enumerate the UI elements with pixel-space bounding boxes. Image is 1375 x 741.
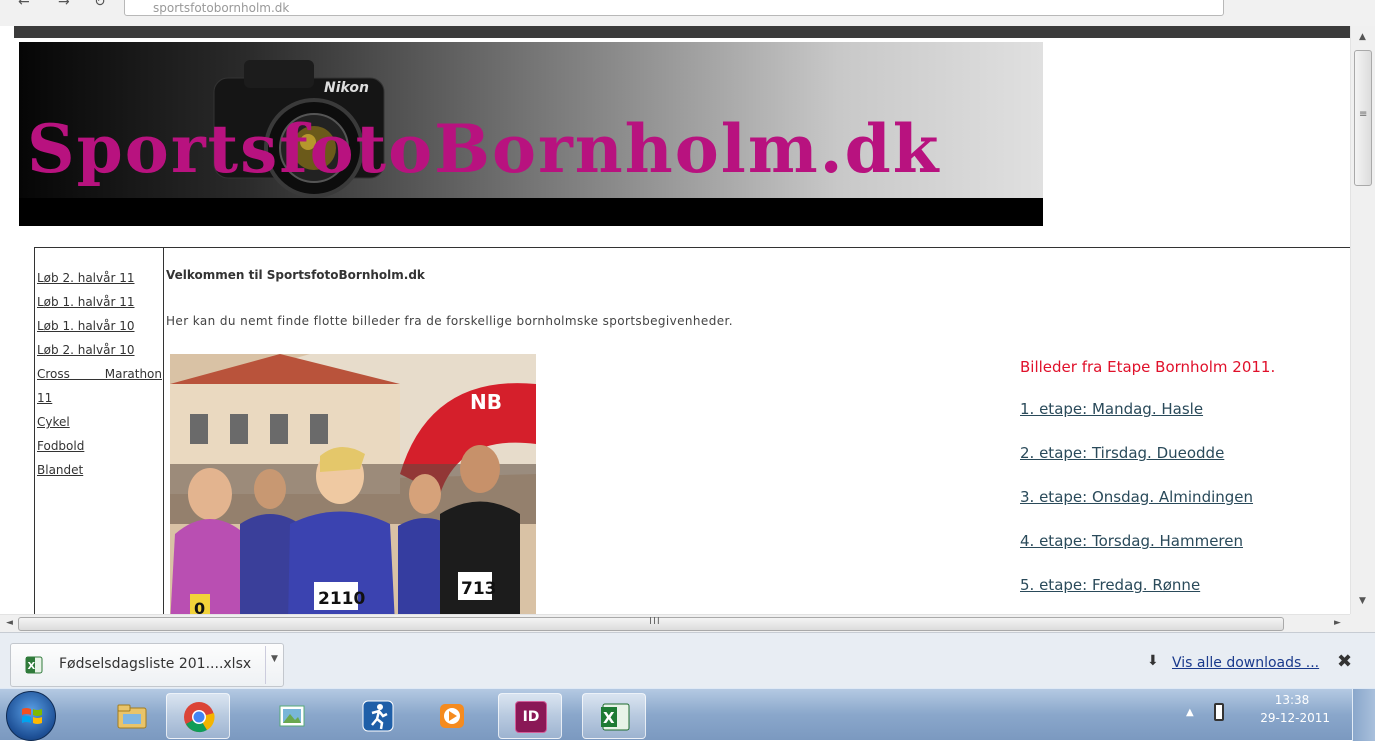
taskbar-explorer[interactable] bbox=[100, 693, 164, 739]
grip-icon: III bbox=[649, 616, 661, 627]
welcome-heading: Velkommen til SportsfotoBornholm.dk bbox=[166, 268, 425, 282]
photo-bib-0: 0 bbox=[194, 599, 205, 614]
svg-text:X: X bbox=[603, 709, 615, 727]
windows-flag-icon bbox=[22, 708, 42, 724]
sidebar-link[interactable]: Løb 1. halvår 11 bbox=[37, 290, 163, 314]
close-icon[interactable]: ✖ bbox=[1337, 651, 1352, 672]
taskbar-excel[interactable]: X bbox=[582, 693, 646, 739]
intro-text: Her kan du nemt finde flotte billeder fr… bbox=[166, 314, 733, 328]
start-button[interactable] bbox=[6, 691, 56, 741]
svg-text:X: X bbox=[28, 661, 36, 672]
clock-date[interactable]: 29-12-2011 bbox=[1250, 711, 1330, 725]
sidebar-link-cross-marathon[interactable]: Cross Marathon bbox=[37, 362, 162, 386]
chevron-down-icon[interactable]: ▼ bbox=[271, 654, 278, 664]
sidebar-link[interactable]: Løb 2. halvår 10 bbox=[37, 338, 163, 362]
windows-taskbar: ID X ▲ 13:38 29-12-2011 bbox=[0, 688, 1375, 741]
taskbar-media-player[interactable] bbox=[420, 693, 484, 739]
runners-photo[interactable]: NB 2110 713 0 bbox=[170, 354, 536, 614]
download-bar: X Fødselsdagsliste 201....xlsx ▼ ⬇ Vis a… bbox=[0, 632, 1375, 688]
address-bar-url: sportsfotobornholm.dk bbox=[153, 1, 290, 15]
photo-viewer-icon bbox=[279, 705, 305, 727]
scroll-up-icon[interactable]: ▲ bbox=[1359, 32, 1366, 42]
main-content: Velkommen til SportsfotoBornholm.dk Her … bbox=[166, 248, 1346, 614]
reload-icon[interactable]: ↻ bbox=[94, 0, 106, 10]
vertical-scroll-thumb[interactable]: ≡ bbox=[1354, 50, 1372, 186]
photo-bib-2110: 2110 bbox=[318, 589, 365, 609]
etape-link-4[interactable]: 4. etape: Torsdag. Hammeren bbox=[1020, 532, 1243, 550]
sidebar-link[interactable]: Cykel bbox=[37, 410, 163, 434]
excel-icon: X bbox=[601, 703, 630, 731]
header-banner: Nikon SportsfotoBornholm.dk bbox=[19, 42, 1043, 198]
horizontal-scrollbar[interactable]: ◄ III ► bbox=[0, 614, 1350, 632]
taskbar-slideshow[interactable] bbox=[260, 693, 324, 739]
back-arrow-icon[interactable]: ← bbox=[18, 0, 30, 10]
grip-icon: ≡ bbox=[1359, 109, 1368, 120]
scroll-down-icon[interactable]: ▼ bbox=[1359, 596, 1366, 606]
svg-text:NB: NB bbox=[470, 390, 502, 414]
sidebar-link[interactable]: Løb 2. halvår 11 bbox=[37, 266, 163, 290]
svg-text:Nikon: Nikon bbox=[324, 80, 369, 96]
taskbar-runner-app[interactable] bbox=[346, 693, 410, 739]
page-top-border bbox=[14, 26, 1350, 38]
sidebar-nav: Løb 2. halvår 11 Løb 1. halvår 11 Løb 1.… bbox=[34, 248, 164, 614]
download-file-name: Fødselsdagsliste 201....xlsx bbox=[59, 656, 252, 672]
header-black-strip bbox=[19, 198, 1043, 226]
show-desktop-button[interactable] bbox=[1352, 689, 1375, 741]
sidebar-link[interactable]: Løb 1. halvår 10 bbox=[37, 314, 163, 338]
sidebar-link-cross-marathon-year[interactable]: 11 bbox=[37, 386, 163, 410]
photo-bib-713: 713 bbox=[461, 579, 497, 599]
clock-time[interactable]: 13:38 bbox=[1268, 693, 1316, 707]
etape-link-2[interactable]: 2. etape: Tirsdag. Dueodde bbox=[1020, 444, 1224, 462]
address-bar[interactable]: sportsfotobornholm.dk bbox=[124, 0, 1224, 16]
taskbar-chrome[interactable] bbox=[166, 693, 230, 739]
divider bbox=[265, 646, 266, 684]
page-viewport: Nikon SportsfotoBornholm.dk Løb 2. halvå… bbox=[0, 38, 1350, 614]
taskbar-indesign[interactable]: ID bbox=[498, 693, 562, 739]
download-item[interactable]: X Fødselsdagsliste 201....xlsx ▼ bbox=[10, 643, 284, 687]
scroll-right-icon[interactable]: ► bbox=[1334, 618, 1341, 628]
folder-icon bbox=[117, 704, 147, 729]
download-arrow-icon: ⬇ bbox=[1147, 653, 1159, 669]
site-logo[interactable]: SportsfotoBornholm.dk bbox=[27, 110, 941, 188]
battery-icon[interactable] bbox=[1214, 703, 1224, 721]
excel-file-icon: X bbox=[25, 656, 43, 674]
scroll-left-icon[interactable]: ◄ bbox=[6, 618, 13, 628]
show-all-downloads-link[interactable]: Vis alle downloads ... bbox=[1172, 655, 1319, 671]
etape-link-3[interactable]: 3. etape: Onsdag. Almindingen bbox=[1020, 488, 1253, 506]
horizontal-scroll-thumb[interactable]: III bbox=[18, 616, 1284, 631]
chrome-icon bbox=[184, 702, 215, 733]
runner-icon bbox=[362, 700, 394, 732]
media-player-icon bbox=[440, 704, 464, 728]
vertical-scrollbar[interactable]: ▲ ≡ ▼ bbox=[1350, 26, 1375, 614]
browser-toolbar: ← → ↻ sportsfotobornholm.dk bbox=[0, 0, 1375, 26]
etape-heading: Billeder fra Etape Bornholm 2011. bbox=[1020, 358, 1276, 376]
sidebar-link[interactable]: Fodbold bbox=[37, 434, 163, 458]
forward-arrow-icon[interactable]: → bbox=[58, 0, 70, 10]
etape-link-1[interactable]: 1. etape: Mandag. Hasle bbox=[1020, 400, 1203, 418]
etape-link-5[interactable]: 5. etape: Fredag. Rønne bbox=[1020, 576, 1200, 594]
scrollbar-corner bbox=[1350, 614, 1375, 632]
tray-expand-icon[interactable]: ▲ bbox=[1186, 707, 1194, 718]
sidebar-link[interactable]: Blandet bbox=[37, 458, 163, 482]
indesign-icon: ID bbox=[515, 701, 547, 733]
